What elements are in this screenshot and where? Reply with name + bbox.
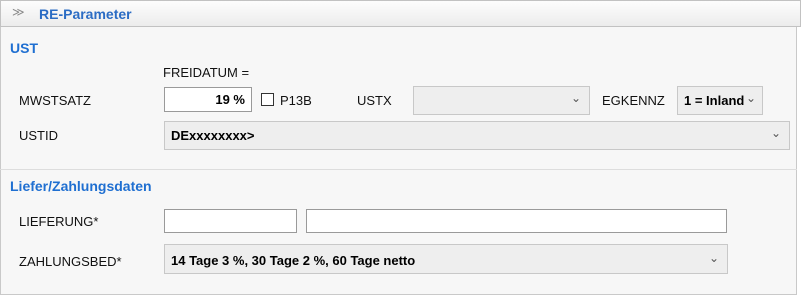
p13b-checkbox[interactable] [261,93,274,106]
ustid-value: DExxxxxxxx> [171,128,255,143]
zahlungsbed-label: ZAHLUNGSBED* [19,254,122,269]
collapse-icon[interactable]: ≫ [12,5,25,19]
panel-title: RE-Parameter [39,6,132,22]
egkennz-value: 1 = Inland [684,93,745,108]
lieferung-input-2[interactable] [306,209,727,233]
p13b-label: P13B [280,93,312,108]
lieferung-label: LIEFERUNG* [19,214,99,229]
chevron-down-icon: ⌄ [745,91,756,105]
mwstsatz-value: 19 % [215,92,245,107]
freidatum-label: FREIDATUM = [163,65,250,80]
mwstsatz-input[interactable]: 19 % [164,87,252,112]
section-title-ust: UST [10,40,38,56]
lieferung-input-1[interactable] [164,209,297,233]
section-title-liefer: Liefer/Zahlungsdaten [10,178,152,194]
panel-header[interactable]: ≫ RE-Parameter [0,0,801,27]
chevron-down-icon: ⌄ [708,251,719,265]
section-divider [0,169,797,170]
ustx-label: USTX [357,93,392,108]
ustid-dropdown[interactable]: DExxxxxxxx> ⌄ [164,121,790,150]
zahlungsbed-dropdown[interactable]: 14 Tage 3 %, 30 Tage 2 %, 60 Tage netto … [164,244,728,274]
egkennz-dropdown[interactable]: 1 = Inland ⌄ [677,86,763,115]
chevron-down-icon: ⌄ [570,91,581,105]
chevron-down-icon: ⌄ [770,126,781,140]
ustx-dropdown[interactable]: ⌄ [413,86,590,115]
mwstsatz-label: MWSTSATZ [19,93,91,108]
egkennz-label: EGKENNZ [602,93,665,108]
zahlungsbed-value: 14 Tage 3 %, 30 Tage 2 %, 60 Tage netto [171,253,416,268]
ustid-label: USTID [19,128,58,143]
